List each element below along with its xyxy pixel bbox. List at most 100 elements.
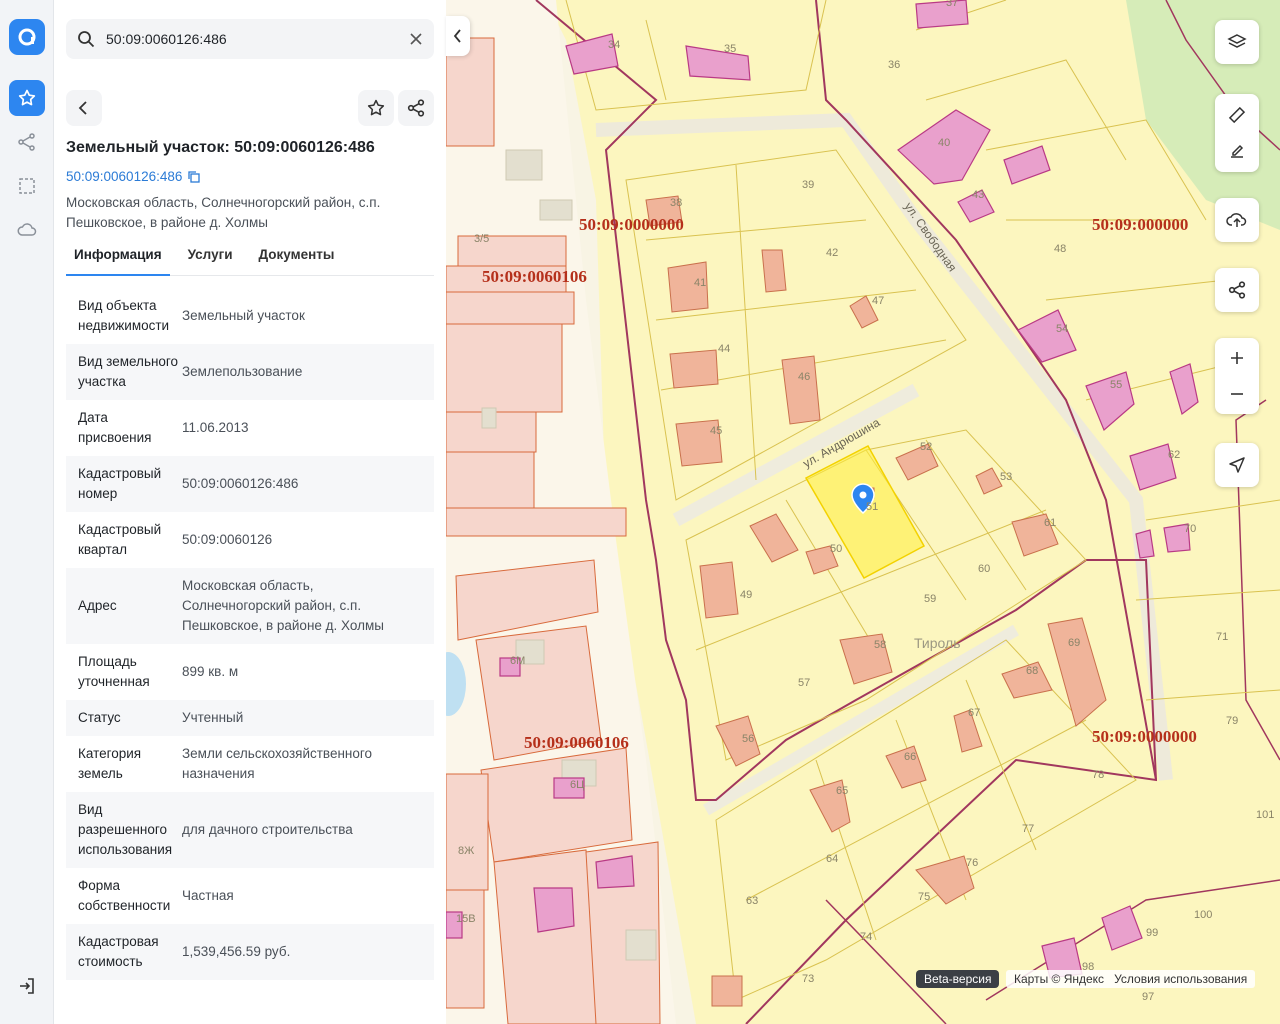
beta-badge: Beta-версия bbox=[916, 970, 1000, 988]
property-row: Площадь уточненная 899 кв. м bbox=[66, 644, 434, 700]
plot-number: 68 bbox=[1026, 665, 1038, 677]
plot-number: 75 bbox=[918, 891, 930, 903]
edit-icon[interactable] bbox=[1215, 133, 1259, 169]
property-row: Кадастровый номер 50:09:0060126:486 bbox=[66, 456, 434, 512]
property-label: Статус bbox=[78, 710, 121, 725]
property-label: Категория земель bbox=[78, 746, 142, 781]
properties-table: Вид объекта недвижимости Земельный участо… bbox=[66, 288, 434, 980]
plot-number: 78 bbox=[1092, 769, 1104, 781]
app-logo[interactable] bbox=[9, 19, 45, 55]
plot-number: 49 bbox=[740, 589, 752, 601]
zoom-in-icon[interactable] bbox=[1215, 340, 1259, 376]
property-label: Вид объекта недвижимости bbox=[78, 298, 170, 333]
tab-documents[interactable]: Документы bbox=[251, 244, 343, 276]
property-value: Земли сельскохозяйственного назначения bbox=[182, 746, 373, 781]
plot-number: 6Ц bbox=[570, 779, 584, 791]
property-value: 50:09:0060126:486 bbox=[182, 476, 299, 491]
property-label: Адрес bbox=[78, 598, 117, 613]
geolocation-button[interactable] bbox=[1215, 443, 1259, 487]
favorites-icon[interactable] bbox=[9, 80, 45, 116]
plot-number: 46 bbox=[798, 371, 810, 383]
plot-number: 59 bbox=[924, 593, 936, 605]
map-canvas[interactable]: 50:09:0000000 50:09:0060106 50:09:006010… bbox=[446, 0, 1280, 1024]
plot-number: 45 bbox=[710, 425, 722, 437]
map-attribution: Карты © Яндекс Условия использования bbox=[1006, 970, 1256, 988]
clear-search-icon[interactable] bbox=[398, 19, 434, 59]
property-value: Землепользование bbox=[182, 364, 303, 379]
property-value: 50:09:0060126 bbox=[182, 532, 273, 547]
add-favorite-button[interactable] bbox=[358, 90, 394, 126]
plot-number: 74 bbox=[860, 931, 872, 943]
plot-number: 77 bbox=[1022, 823, 1034, 835]
search-icon bbox=[66, 19, 106, 59]
plot-number: 97 bbox=[1142, 991, 1154, 1003]
property-label: Площадь уточненная bbox=[78, 654, 150, 689]
property-value: Земельный участок bbox=[182, 308, 305, 323]
place-label: Тироль bbox=[914, 635, 960, 651]
route-icon[interactable] bbox=[15, 130, 39, 154]
plot-number: 40 bbox=[938, 137, 950, 149]
share-icon bbox=[407, 99, 425, 117]
property-label: Вид земельного участка bbox=[78, 354, 179, 389]
page-title: Земельный участок: 50:09:0060126:486 bbox=[66, 139, 375, 156]
layers-button[interactable] bbox=[1215, 20, 1259, 64]
plot-number: 8Ж bbox=[458, 845, 474, 857]
plot-number: 54 bbox=[1056, 323, 1068, 335]
plot-number: 79 bbox=[1226, 715, 1238, 727]
plot-number: 52 bbox=[920, 441, 932, 453]
plot-number: 70 bbox=[1184, 523, 1196, 535]
copy-icon[interactable] bbox=[188, 170, 201, 183]
property-row: Кадастровый квартал 50:09:0060126 bbox=[66, 512, 434, 568]
plot-number: 3/5 bbox=[474, 233, 489, 245]
property-value: Частная bbox=[182, 888, 234, 903]
upload-button[interactable] bbox=[1215, 198, 1259, 242]
object-info-panel: Земельный участок: 50:09:0060126:486 50:… bbox=[54, 0, 446, 1024]
share-button[interactable] bbox=[398, 90, 434, 126]
map-share-button[interactable] bbox=[1215, 268, 1259, 312]
plot-number: 62 bbox=[1168, 449, 1180, 461]
collapse-panel-button[interactable] bbox=[446, 16, 470, 56]
cadastral-number-link[interactable]: 50:09:0060126:486 bbox=[66, 169, 201, 184]
plot-number: 99 bbox=[1146, 927, 1158, 939]
cloud-upload-icon bbox=[1215, 198, 1259, 242]
property-label: Кадастровая стоимость bbox=[78, 934, 159, 969]
plot-number: 73 bbox=[802, 973, 814, 985]
tab-services[interactable]: Услуги bbox=[180, 244, 241, 276]
tools-group bbox=[1215, 94, 1259, 172]
plot-number: 41 bbox=[694, 277, 706, 289]
plot-number: 64 bbox=[826, 853, 838, 865]
cadastral-number-link-text[interactable]: 50:09:0060126:486 bbox=[66, 169, 182, 184]
plot-number: 100 bbox=[1194, 909, 1212, 921]
property-value: для дачного строительства bbox=[182, 822, 353, 837]
property-row: Вид объекта недвижимости Земельный участо… bbox=[66, 288, 434, 344]
quarter-label: 50:09:0060106 bbox=[524, 733, 629, 752]
plot-number: 67 bbox=[968, 707, 980, 719]
tab-info[interactable]: Информация bbox=[66, 244, 170, 276]
property-row: Кадастровая стоимость 1,539,456.59 руб. bbox=[66, 924, 434, 980]
property-value: 1,539,456.59 руб. bbox=[182, 944, 291, 959]
select-area-icon[interactable] bbox=[15, 174, 39, 198]
cadastral-map[interactable]: 50:09:0000000 50:09:0060106 50:09:006010… bbox=[446, 0, 1280, 1024]
search-box bbox=[66, 19, 434, 59]
parcel-address: Московская область, Солнечногорский райо… bbox=[66, 195, 381, 230]
search-input[interactable] bbox=[106, 31, 398, 47]
plot-number: 50 bbox=[830, 543, 842, 555]
terms-link[interactable]: Условия использования bbox=[1114, 970, 1247, 988]
property-label: Вид разрешенного использования bbox=[78, 802, 173, 857]
chevron-left-icon bbox=[453, 29, 461, 43]
plot-number: 101 bbox=[1256, 809, 1274, 821]
cloud-icon[interactable] bbox=[15, 218, 39, 242]
star-icon bbox=[367, 99, 385, 116]
app-rail bbox=[0, 0, 54, 1024]
back-button[interactable] bbox=[66, 90, 102, 126]
property-row: Форма собственности Частная bbox=[66, 868, 434, 924]
plot-number: 6М bbox=[510, 655, 525, 667]
plot-number: 15В bbox=[456, 913, 476, 925]
zoom-out-icon[interactable] bbox=[1215, 376, 1259, 412]
property-row: Вид разрешенного использования для дачног… bbox=[66, 792, 434, 868]
plot-number: 38 bbox=[670, 197, 682, 209]
ruler-icon[interactable] bbox=[1215, 97, 1259, 133]
logout-icon[interactable] bbox=[15, 974, 39, 998]
plot-number: 53 bbox=[1000, 471, 1012, 483]
quarter-label: 50:09:0000000 bbox=[1092, 727, 1197, 746]
